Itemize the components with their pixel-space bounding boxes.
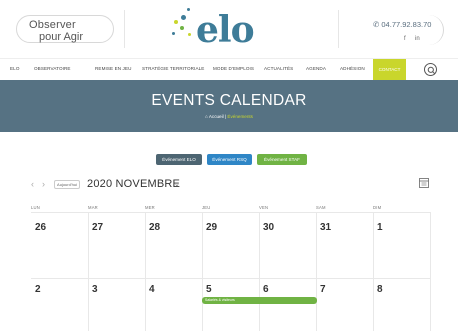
day-cell-number[interactable]: 5 bbox=[206, 284, 212, 295]
grid-line bbox=[31, 278, 431, 279]
linkedin-icon[interactable]: in bbox=[415, 36, 420, 42]
grid-line bbox=[259, 212, 260, 331]
day-cell-number[interactable]: 29 bbox=[206, 222, 217, 233]
facebook-icon[interactable]: f bbox=[404, 36, 406, 42]
main-nav: ELO OBSERVATOIRE REMISE EN JEU STRATÉGIE… bbox=[0, 58, 458, 81]
header-separator bbox=[338, 10, 339, 48]
grid-line bbox=[373, 212, 374, 331]
grid-line bbox=[430, 212, 431, 331]
search-icon bbox=[427, 66, 436, 75]
month-title[interactable]: 2020 NOVEMBRE bbox=[87, 178, 180, 190]
breadcrumb-home[interactable]: Accueil bbox=[209, 114, 224, 119]
day-cell-number[interactable]: 26 bbox=[35, 222, 46, 233]
weekday-label: VEN bbox=[259, 205, 269, 210]
nav-item-adhesion[interactable]: ADHÉSION bbox=[340, 66, 365, 71]
day-cell-number[interactable]: 4 bbox=[149, 284, 155, 295]
day-cell-number[interactable]: 6 bbox=[263, 284, 269, 295]
calendar-event[interactable]: Salariés & visiteurs bbox=[202, 297, 317, 304]
breadcrumb-separator: | bbox=[224, 114, 227, 119]
weekday-label: SAM bbox=[316, 205, 326, 210]
nav-item-contact[interactable]: CONTACT bbox=[373, 59, 406, 81]
day-cell-number[interactable]: 28 bbox=[149, 222, 160, 233]
breadcrumb-current: Événements bbox=[227, 114, 253, 119]
day-cell-number[interactable]: 30 bbox=[263, 222, 274, 233]
search-button[interactable] bbox=[424, 63, 437, 76]
prev-month-button[interactable]: ‹ bbox=[31, 179, 34, 189]
weekday-label: JEU bbox=[202, 205, 211, 210]
day-cell-number[interactable]: 8 bbox=[377, 284, 383, 295]
phone-icon: ✆ bbox=[373, 20, 380, 29]
today-button[interactable]: Aujourd'hui bbox=[54, 180, 80, 189]
grid-line bbox=[145, 212, 146, 331]
weekday-label: MER bbox=[145, 205, 155, 210]
weekday-label: LUN bbox=[31, 205, 40, 210]
weekday-label: MAR bbox=[88, 205, 98, 210]
grid-line bbox=[88, 212, 89, 331]
nav-item-elo[interactable]: ELO bbox=[10, 66, 20, 71]
grid-line bbox=[316, 212, 317, 331]
observer-pour-agir-logo[interactable]: Observer pour Agir bbox=[16, 15, 114, 43]
nav-item-observatoire[interactable]: OBSERVATOIRE bbox=[34, 66, 71, 71]
phone-number[interactable]: ✆ 04.77.92.83.70 bbox=[373, 20, 431, 29]
grid-line bbox=[31, 212, 431, 213]
next-month-button[interactable]: › bbox=[42, 179, 45, 189]
logo-left-line1: Observer bbox=[29, 19, 76, 31]
chevron-down-icon[interactable]: ⌄ bbox=[174, 180, 180, 188]
nav-item-agenda[interactable]: AGENDA bbox=[306, 66, 326, 71]
nav-item-strategie-territoriale[interactable]: STRATÉGIE TERRITORIALE bbox=[142, 66, 204, 71]
filter-rsq-button[interactable]: Événement RSQ bbox=[207, 154, 252, 165]
elo-logo[interactable]: elo bbox=[170, 6, 298, 52]
calendar-view-icon[interactable] bbox=[419, 178, 429, 188]
day-cell-number[interactable]: 1 bbox=[377, 222, 383, 233]
day-cell-number[interactable]: 27 bbox=[92, 222, 103, 233]
nav-item-actualites[interactable]: ACTUALITÉS bbox=[264, 66, 293, 71]
site-header: Observer pour Agir elo ✆ 04.77.92.83.70 … bbox=[0, 0, 458, 58]
page-banner: EVENTS CALENDAR ⌂ Accueil | Événements bbox=[0, 80, 458, 132]
grid-line bbox=[202, 212, 203, 331]
filter-staf-button[interactable]: Événement STAF bbox=[257, 154, 307, 165]
elo-logo-text: elo bbox=[196, 9, 255, 51]
day-cell-number[interactable]: 2 bbox=[35, 284, 41, 295]
filter-elo-button[interactable]: Événement ELO bbox=[156, 154, 202, 165]
day-cell-number[interactable]: 7 bbox=[320, 284, 326, 295]
breadcrumb: ⌂ Accueil | Événements bbox=[0, 114, 458, 119]
nav-item-remise-en-jeu[interactable]: REMISE EN JEU bbox=[95, 66, 132, 71]
nav-item-mode-d-emplois[interactable]: MODE D'EMPLOIS bbox=[213, 66, 254, 71]
home-icon: ⌂ bbox=[205, 114, 208, 119]
day-cell-number[interactable]: 3 bbox=[92, 284, 98, 295]
phone-text: 04.77.92.83.70 bbox=[381, 20, 432, 29]
day-cell-number[interactable]: 31 bbox=[320, 222, 331, 233]
logo-left-line2: pour Agir bbox=[39, 31, 84, 43]
page-title: EVENTS CALENDAR bbox=[151, 92, 307, 109]
weekday-label: DIM bbox=[373, 205, 382, 210]
header-separator bbox=[124, 10, 125, 48]
